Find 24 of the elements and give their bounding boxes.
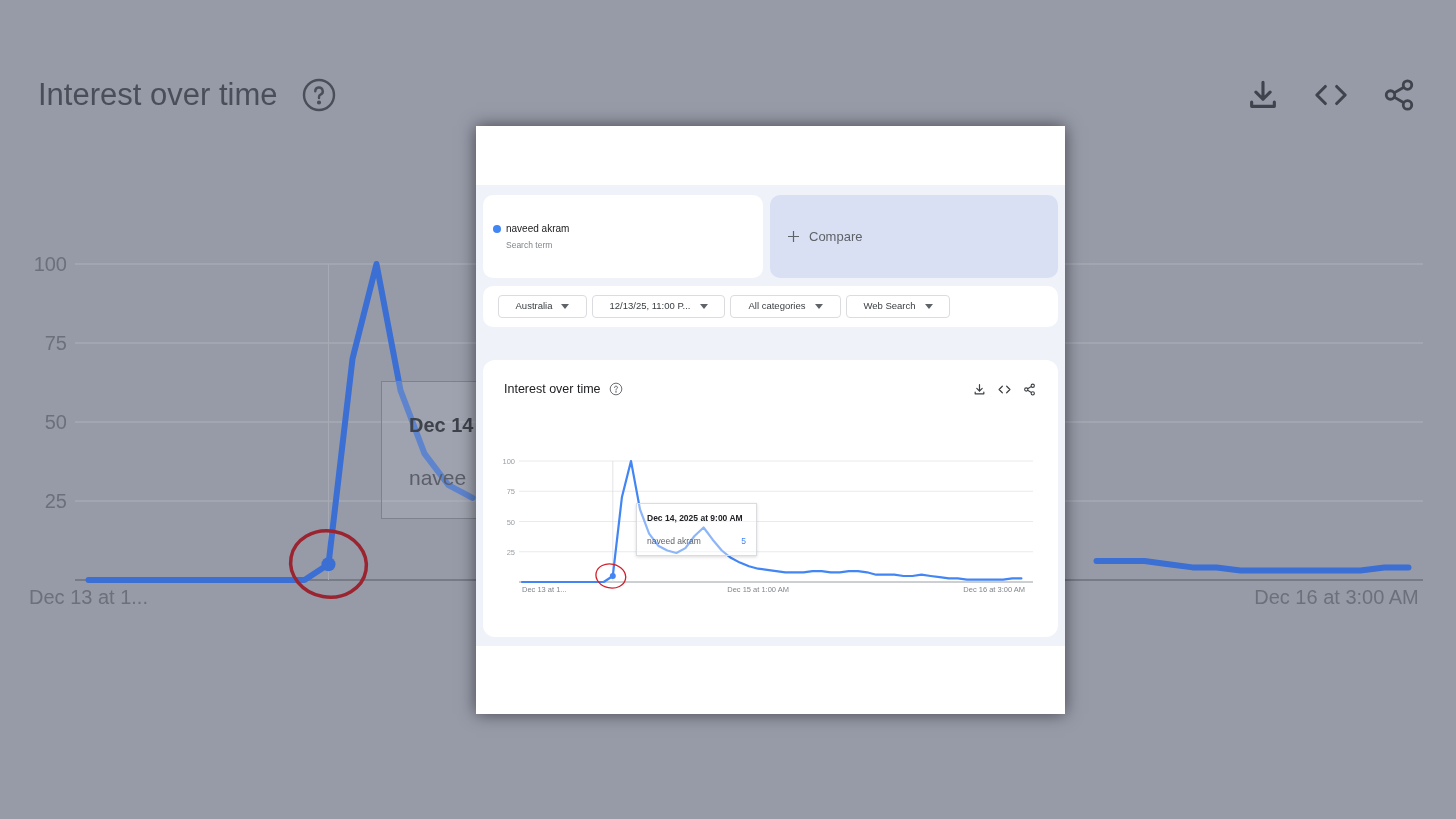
chart-title: Interest over time <box>504 381 601 398</box>
data-point <box>321 556 336 571</box>
filter-dropdown[interactable]: Australia <box>498 295 587 318</box>
download-icon[interactable] <box>973 382 986 396</box>
help-icon[interactable] <box>608 382 623 397</box>
data-point <box>609 572 616 579</box>
plus-icon <box>788 231 799 242</box>
chart-title: Interest over time <box>38 76 278 114</box>
compare-button[interactable]: Compare <box>770 195 1058 278</box>
filter-dropdown[interactable]: Web Search <box>846 295 950 318</box>
caret-icon <box>699 304 708 309</box>
search-term-card[interactable]: naveed akram Search term <box>483 195 763 278</box>
share-icon[interactable] <box>1023 382 1036 396</box>
tooltip-date: Dec 14, 2025 at 9:00 AM <box>647 511 743 525</box>
caret-icon <box>924 304 933 309</box>
filter-dropdown[interactable]: 12/13/25, 11:00 P... <box>592 295 725 318</box>
caret-icon <box>814 304 823 309</box>
tooltip-value: 5 <box>741 534 746 548</box>
search-term-subtitle: Search term <box>506 239 553 252</box>
caret-icon <box>561 304 570 309</box>
annotation-circle <box>595 562 627 589</box>
help-icon[interactable] <box>301 77 338 114</box>
filter-dropdown[interactable]: All categories <box>730 295 841 318</box>
search-term: naveed akram <box>506 222 570 237</box>
